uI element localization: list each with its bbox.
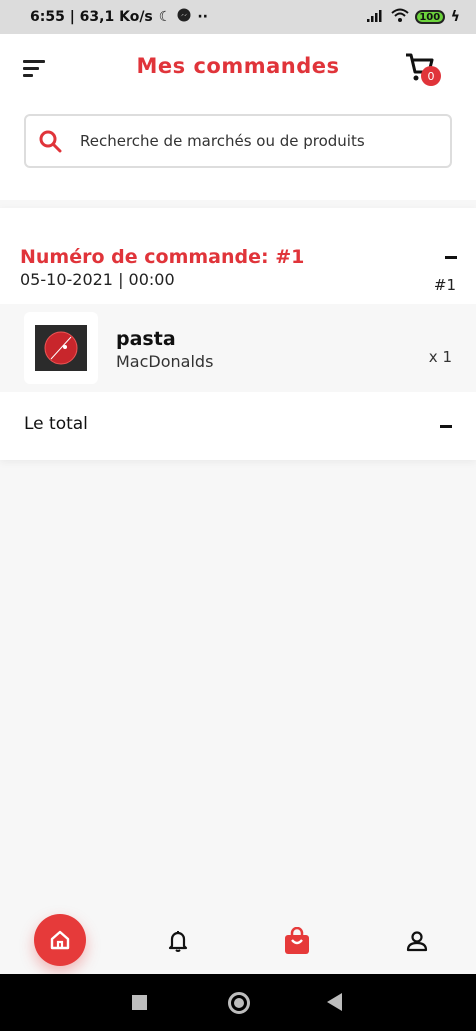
recents-button[interactable]	[132, 995, 147, 1010]
search-area	[0, 104, 476, 200]
back-button[interactable]	[327, 993, 342, 1011]
more-dots-icon: ··	[197, 9, 208, 25]
total-row: Le total	[0, 398, 476, 452]
system-nav-bar	[0, 974, 476, 1031]
wifi-icon	[391, 8, 409, 26]
order-card[interactable]: Numéro de commande: #1 05-10-2021 | 00:0…	[0, 208, 476, 460]
person-icon	[406, 931, 428, 952]
product-image	[35, 325, 87, 371]
order-id-tag: #1	[433, 276, 456, 294]
moon-icon: ☾	[158, 9, 172, 25]
order-item-row[interactable]: pasta MacDonalds x 1	[0, 304, 476, 392]
cart-button[interactable]: 0	[404, 52, 444, 86]
nav-home-button[interactable]	[34, 914, 86, 966]
total-label: Le total	[24, 414, 88, 434]
order-date: 05-10-2021 | 00:00	[20, 270, 175, 289]
battery-indicator: 100	[414, 10, 445, 24]
nav-notifications-button[interactable]	[163, 926, 193, 956]
search-box[interactable]	[24, 114, 452, 168]
item-quantity: x 1	[428, 348, 452, 366]
status-bar: 6:55 | 63,1 Ko/s ☾ ·· 100 ϟ	[0, 0, 476, 34]
cart-count-badge: 0	[421, 66, 441, 86]
status-right: 100 ϟ	[366, 8, 460, 26]
nav-profile-button[interactable]	[402, 926, 432, 956]
status-left: 6:55 | 63,1 Ko/s ☾ ··	[30, 8, 208, 26]
item-name: pasta	[116, 328, 176, 350]
bottom-nav	[0, 900, 476, 974]
status-time-speed: 6:55 | 63,1 Ko/s	[30, 9, 153, 25]
shopping-bag-icon	[285, 927, 309, 954]
charging-icon: ϟ	[450, 9, 460, 25]
item-vendor: MacDonalds	[116, 352, 214, 371]
item-thumbnail	[24, 312, 98, 384]
order-number: Numéro de commande: #1	[20, 246, 305, 268]
total-value-dash	[440, 425, 452, 428]
home-system-button[interactable]	[228, 992, 250, 1014]
search-input[interactable]	[78, 131, 408, 151]
app-bar: Mes commandes 0	[0, 34, 476, 104]
search-icon	[39, 130, 62, 153]
order-status-dash	[445, 256, 457, 259]
home-icon	[50, 930, 70, 950]
messenger-icon	[177, 8, 191, 26]
signal-icon	[366, 8, 385, 26]
bell-icon	[168, 931, 188, 952]
nav-orders-button[interactable]	[282, 926, 312, 956]
